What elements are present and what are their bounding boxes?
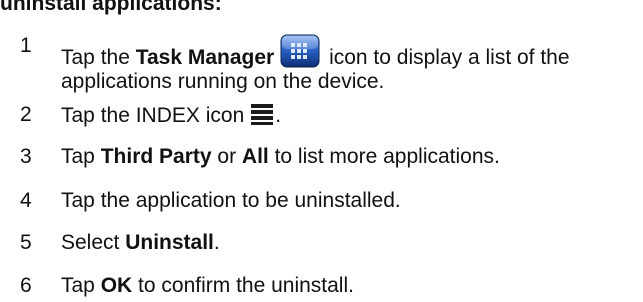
- step-text-bold: Task Manager: [135, 46, 275, 69]
- step-number: 5: [20, 231, 32, 254]
- step-number: 2: [20, 103, 32, 126]
- step-text-part: Tap: [61, 145, 101, 168]
- step-text-part: .: [213, 231, 220, 254]
- step-text-part: to list more applications.: [268, 145, 500, 168]
- task-manager-grid-icon: [280, 34, 320, 68]
- step-text: Tap Third Party or All to list more appl…: [61, 145, 643, 169]
- step-text: Tap the INDEX icon .: [61, 103, 643, 128]
- step-number: 1: [20, 34, 32, 57]
- step-text-part: Select: [61, 231, 126, 254]
- section-heading: uninstall applications:: [0, 0, 222, 15]
- step-text-part: or: [211, 145, 242, 168]
- step-text-bold: OK: [100, 274, 133, 297]
- step-number: 6: [20, 274, 32, 297]
- step-text-part: Tap the: [61, 46, 136, 69]
- step-number: 3: [20, 145, 32, 168]
- step-text-part: to confirm the uninstall.: [132, 274, 354, 297]
- step-number: 4: [20, 189, 32, 212]
- step-text-bold: Uninstall: [125, 231, 214, 254]
- step-text-part: icon to display a list of the: [323, 46, 570, 69]
- step-text-line2: applications running on the device.: [61, 70, 385, 93]
- step-text-part: Tap the INDEX icon: [61, 104, 245, 127]
- step-text: Tap the application to be uninstalled.: [61, 189, 401, 212]
- step-text: Select Uninstall.: [61, 231, 643, 255]
- step-text-part: .: [275, 104, 282, 127]
- step-text-bold: Third Party: [100, 145, 212, 168]
- index-list-icon: [250, 103, 275, 125]
- step-text-bold: All: [241, 145, 269, 168]
- step-text: Tap OK to confirm the uninstall.: [61, 274, 643, 298]
- step-text: Tap the Task Manager icon to display a l…: [61, 34, 643, 94]
- step-text-part: Tap: [61, 274, 101, 297]
